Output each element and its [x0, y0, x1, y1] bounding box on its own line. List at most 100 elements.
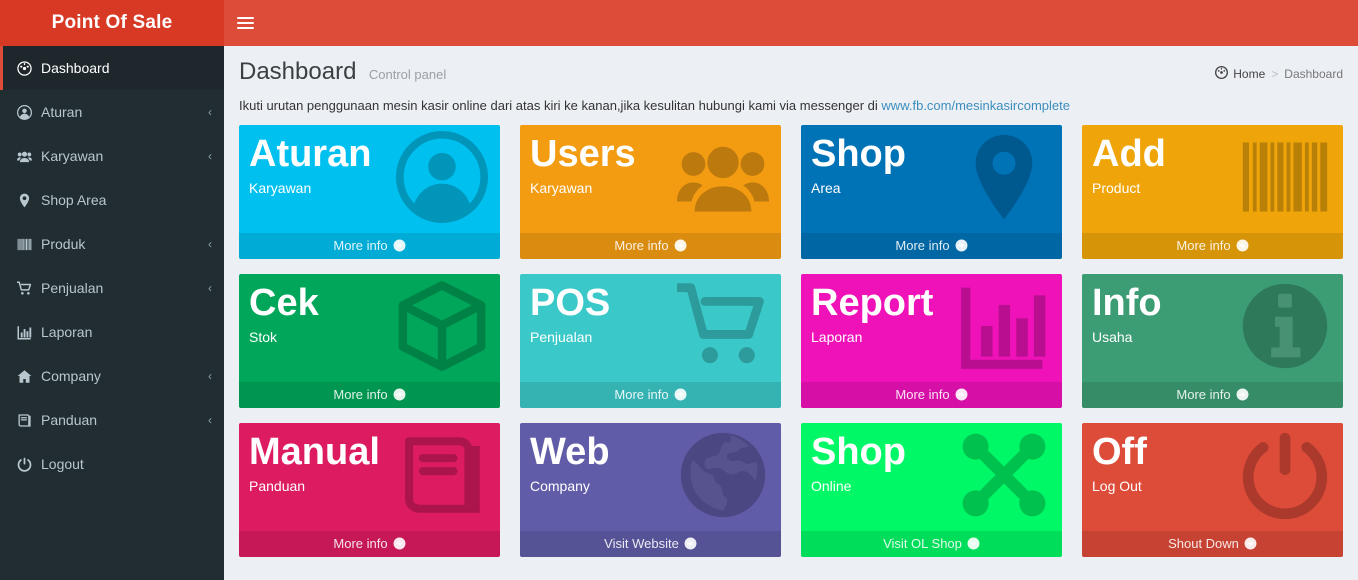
- dashboard-card-column: Shop Online Visit OL Shop: [791, 423, 1072, 572]
- dashboard-card-footer-link[interactable]: More info: [1082, 382, 1343, 408]
- dashboard-card-footer-label: Visit Website: [604, 536, 679, 551]
- dashboard-card-footer-link[interactable]: More info: [801, 382, 1062, 408]
- dashboard-card-footer-link[interactable]: More info: [520, 382, 781, 408]
- sidebar-item-label: Produk: [41, 237, 208, 251]
- sidebar-item-penjualan[interactable]: Penjualan‹: [0, 266, 224, 310]
- dashboard-card-pos-penjualan[interactable]: POS Penjualan More info: [520, 274, 781, 408]
- dashboard-card-shop-area[interactable]: Shop Area More info: [801, 125, 1062, 259]
- dashboard-card-report-laporan[interactable]: Report Laporan More info: [801, 274, 1062, 408]
- bar-chart-icon: [17, 325, 41, 340]
- dashboard-card-footer-label: More info: [333, 238, 387, 253]
- power-icon: [17, 457, 41, 472]
- dashboard-card-column: Shop Area More info: [791, 125, 1072, 274]
- dashboard-card-cek-stok[interactable]: Cek Stok More info: [239, 274, 500, 408]
- breadcrumb: Home > Dashboard: [1215, 66, 1343, 82]
- sidebar-item-dashboard[interactable]: Dashboard: [0, 46, 224, 90]
- dashboard-card-heading: Aturan: [249, 135, 490, 175]
- dashboard-card-heading: Shop: [811, 433, 1052, 473]
- dashboard-card-footer-link[interactable]: Visit OL Shop: [801, 531, 1062, 557]
- arrow-circle-right-icon: [684, 537, 697, 550]
- arrow-circle-right-icon: [1236, 239, 1249, 252]
- dashboard-card-footer-link[interactable]: More info: [520, 233, 781, 259]
- dashboard-card-footer-label: More info: [614, 238, 668, 253]
- dashboard-card-column: Off Log Out Shout Down: [1072, 423, 1353, 572]
- dashboard-card-body: Info Usaha: [1082, 274, 1343, 344]
- dashboard-card-manual-panduan[interactable]: Manual Panduan More info: [239, 423, 500, 557]
- sidebar-item-label: Laporan: [41, 325, 212, 339]
- chevron-left-icon: ‹: [208, 414, 212, 426]
- sidebar-item-label: Logout: [41, 457, 212, 471]
- page-title: Dashboard: [239, 60, 356, 84]
- dashboard-card-subtitle: Area: [811, 181, 1052, 195]
- arrow-circle-right-icon: [1244, 537, 1257, 550]
- dashboard-card-users-karyawan[interactable]: Users Karyawan More info: [520, 125, 781, 259]
- dashboard-card-subtitle: Laporan: [811, 330, 1052, 344]
- dashboard-icon: [17, 61, 41, 76]
- dashboard-card-footer-label: Visit OL Shop: [883, 536, 962, 551]
- dashboard-card-footer-label: More info: [333, 536, 387, 551]
- sidebar-item-laporan[interactable]: Laporan: [0, 310, 224, 354]
- dashboard-card-footer-link[interactable]: More info: [1082, 233, 1343, 259]
- dashboard-card-off-log-out[interactable]: Off Log Out Shout Down: [1082, 423, 1343, 557]
- arrow-circle-right-icon: [1236, 388, 1249, 401]
- facebook-link[interactable]: www.fb.com/mesinkasircomplete: [881, 98, 1070, 113]
- dashboard-card-column: Report Laporan More info: [791, 274, 1072, 423]
- dashboard-card-heading: Manual: [249, 433, 490, 473]
- app-logo[interactable]: Point Of Sale: [0, 0, 224, 46]
- app-root: Point Of Sale Dashboard Aturan‹ Kary: [0, 0, 1358, 580]
- dashboard-card-footer-label: More info: [895, 387, 949, 402]
- dashboard-card-subtitle: Penjualan: [530, 330, 771, 344]
- dashboard-card-subtitle: Company: [530, 479, 771, 493]
- dashboard-card-subtitle: Product: [1092, 181, 1333, 195]
- dashboard-card-footer-link[interactable]: Shout Down: [1082, 531, 1343, 557]
- dashboard-card-shop-online[interactable]: Shop Online Visit OL Shop: [801, 423, 1062, 557]
- arrow-circle-right-icon: [674, 388, 687, 401]
- dashboard-card-info-usaha[interactable]: Info Usaha More info: [1082, 274, 1343, 408]
- dashboard-card-column: Manual Panduan More info: [229, 423, 510, 572]
- sidebar-item-label: Company: [41, 369, 208, 383]
- dashboard-card-footer-link[interactable]: More info: [239, 233, 500, 259]
- sidebar-item-aturan[interactable]: Aturan‹: [0, 90, 224, 134]
- arrow-circle-right-icon: [955, 239, 968, 252]
- dashboard-card-aturan-karyawan[interactable]: Aturan Karyawan More info: [239, 125, 500, 259]
- breadcrumb-home-link[interactable]: Home: [1215, 66, 1265, 82]
- content-header: Dashboard Control panel Home: [224, 46, 1358, 98]
- cart-icon: [17, 281, 41, 296]
- dashboard-card-subtitle: Log Out: [1092, 479, 1333, 493]
- page-subtitle: Control panel: [369, 67, 446, 82]
- dashboard-card-footer-link[interactable]: Visit Website: [520, 531, 781, 557]
- dashboard-card-add-product[interactable]: Add Product More info: [1082, 125, 1343, 259]
- sidebar-item-logout[interactable]: Logout: [0, 442, 224, 486]
- chevron-left-icon: ‹: [208, 282, 212, 294]
- chevron-left-icon: ‹: [208, 150, 212, 162]
- breadcrumb-current: Dashboard: [1284, 67, 1343, 81]
- dashboard-card-body: Off Log Out: [1082, 423, 1343, 493]
- sidebar-item-company[interactable]: Company‹: [0, 354, 224, 398]
- dashboard-card-column: Info Usaha More info: [1072, 274, 1353, 423]
- chevron-left-icon: ‹: [208, 106, 212, 118]
- arrow-circle-right-icon: [955, 388, 968, 401]
- dashboard-card-body: Report Laporan: [801, 274, 1062, 344]
- sidebar-item-shop-area[interactable]: Shop Area: [0, 178, 224, 222]
- dashboard-card-web-company[interactable]: Web Company Visit Website: [520, 423, 781, 557]
- dashboard-card-footer-link[interactable]: More info: [239, 531, 500, 557]
- sidebar-item-label: Aturan: [41, 105, 208, 119]
- sidebar-item-karyawan[interactable]: Karyawan‹: [0, 134, 224, 178]
- dashboard-card-heading: Shop: [811, 135, 1052, 175]
- dashboard-card-footer-label: Shout Down: [1168, 536, 1239, 551]
- dashboard-card-body: Cek Stok: [239, 274, 500, 344]
- dashboard-card-body: Shop Online: [801, 423, 1062, 493]
- sidebar-item-produk[interactable]: Produk‹: [0, 222, 224, 266]
- dashboard-card-footer-label: More info: [333, 387, 387, 402]
- dashboard-card-subtitle: Panduan: [249, 479, 490, 493]
- dashboard-icon: [1215, 66, 1228, 82]
- dashboard-card-footer-link[interactable]: More info: [239, 382, 500, 408]
- dashboard-card-heading: Users: [530, 135, 771, 175]
- chevron-left-icon: ‹: [208, 370, 212, 382]
- dashboard-card-footer-label: More info: [614, 387, 668, 402]
- sidebar-item-panduan[interactable]: Panduan‹: [0, 398, 224, 442]
- dashboard-card-column: POS Penjualan More info: [510, 274, 791, 423]
- sidebar-toggle-button[interactable]: [224, 0, 266, 46]
- hamburger-icon: [237, 14, 254, 32]
- dashboard-card-footer-link[interactable]: More info: [801, 233, 1062, 259]
